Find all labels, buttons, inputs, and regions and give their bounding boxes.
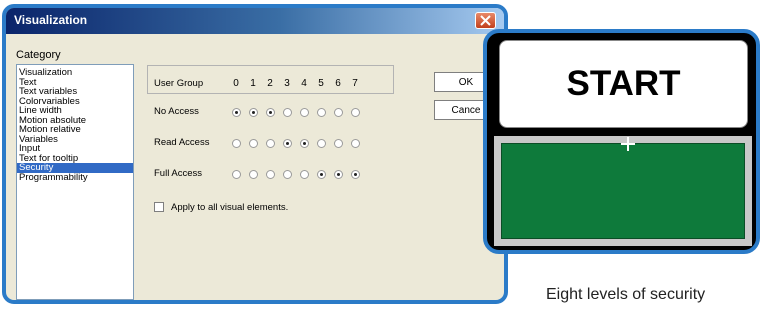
radio-read-access-group-6[interactable]: [334, 139, 343, 148]
radio-full-access-group-1[interactable]: [249, 170, 258, 179]
secured-element[interactable]: [501, 143, 745, 239]
radio-no-access-group-3[interactable]: [283, 108, 292, 117]
radio-full-access-group-4[interactable]: [300, 170, 309, 179]
user-group-number: 6: [335, 78, 341, 89]
user-group-number: 4: [301, 78, 307, 89]
category-item[interactable]: Variables: [17, 135, 133, 145]
category-item[interactable]: Security: [17, 163, 133, 173]
radio-no-access-group-4[interactable]: [300, 108, 309, 117]
radio-read-access-group-3[interactable]: [283, 139, 292, 148]
user-group-number: 5: [318, 78, 324, 89]
apply-all-checkbox[interactable]: [154, 202, 164, 212]
category-item[interactable]: Line width: [17, 106, 133, 116]
radio-full-access-group-5[interactable]: [317, 170, 326, 179]
user-group-number: 2: [267, 78, 273, 89]
row-label-read-access: Read Access: [154, 137, 210, 148]
radio-read-access-group-5[interactable]: [317, 139, 326, 148]
radio-read-access-group-7[interactable]: [351, 139, 360, 148]
user-group-number: 3: [284, 78, 290, 89]
radio-no-access-group-7[interactable]: [351, 108, 360, 117]
radio-full-access-group-0[interactable]: [232, 170, 241, 179]
radio-full-access-group-6[interactable]: [334, 170, 343, 179]
radio-full-access-group-3[interactable]: [283, 170, 292, 179]
dialog-title: Visualization: [14, 13, 88, 27]
category-item[interactable]: Text variables: [17, 87, 133, 97]
user-group-number: 7: [352, 78, 358, 89]
visualization-preview-panel: START: [483, 29, 760, 254]
radio-read-access-group-0[interactable]: [232, 139, 241, 148]
category-list[interactable]: Visualization Text Text variables Colorvari…: [16, 64, 134, 300]
user-group-number: 0: [233, 78, 239, 89]
radio-no-access-group-2[interactable]: [266, 108, 275, 117]
dialog-titlebar: Visualization: [6, 8, 504, 34]
radio-read-access-group-2[interactable]: [266, 139, 275, 148]
category-item[interactable]: Input: [17, 144, 133, 154]
category-item[interactable]: Programmability: [17, 173, 133, 183]
category-item[interactable]: Motion absolute: [17, 116, 133, 126]
radio-full-access-group-7[interactable]: [351, 170, 360, 179]
radio-read-access-group-4[interactable]: [300, 139, 309, 148]
start-button[interactable]: START: [499, 40, 748, 128]
category-item[interactable]: Text: [17, 78, 133, 88]
user-group-label: User Group: [154, 78, 204, 89]
row-label-full-access: Full Access: [154, 168, 203, 179]
category-item[interactable]: Motion relative: [17, 125, 133, 135]
radio-no-access-group-5[interactable]: [317, 108, 326, 117]
caption: Eight levels of security: [546, 286, 706, 303]
category-item[interactable]: Text for tooltip: [17, 154, 133, 164]
close-button[interactable]: [475, 12, 496, 29]
apply-all-label: Apply to all visual elements.: [171, 202, 289, 213]
radio-no-access-group-6[interactable]: [334, 108, 343, 117]
category-item[interactable]: Visualization: [17, 68, 133, 78]
radio-no-access-group-1[interactable]: [249, 108, 258, 117]
visualization-dialog: Visualization Category Visualization Text…: [2, 4, 508, 304]
close-icon: [480, 15, 491, 26]
category-label: Category: [16, 49, 61, 61]
category-item[interactable]: Colorvariables: [17, 97, 133, 107]
radio-read-access-group-1[interactable]: [249, 139, 258, 148]
radio-full-access-group-2[interactable]: [266, 170, 275, 179]
radio-no-access-group-0[interactable]: [232, 108, 241, 117]
user-group-number: 1: [250, 78, 256, 89]
crosshair-cursor-icon: [621, 137, 635, 151]
row-label-no-access: No Access: [154, 106, 199, 117]
